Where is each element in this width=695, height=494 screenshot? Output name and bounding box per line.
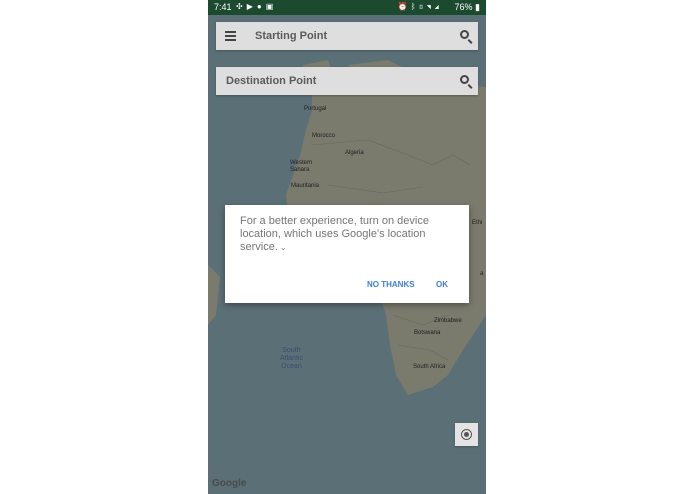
my-location-button[interactable] bbox=[455, 423, 478, 446]
search-icon[interactable] bbox=[460, 75, 469, 84]
bluetooth-icon: ᛒ bbox=[410, 2, 419, 11]
search-icon[interactable] bbox=[460, 30, 469, 39]
phone-screen: 7:41 ✣▶●▣ ⏰ᛒ▯◥◢ 76% ▮ Portugal Morocco A… bbox=[208, 0, 486, 494]
chevron-down-icon[interactable]: ⌄ bbox=[280, 241, 287, 254]
battery-icon: ▮ bbox=[475, 2, 480, 12]
dialog-message-text: For a better experience, turn on device … bbox=[240, 215, 429, 253]
signal-icon: ◢ bbox=[434, 2, 442, 11]
starting-point-label: Starting Point bbox=[255, 30, 328, 42]
location-permission-dialog: For a better experience, turn on device … bbox=[225, 205, 469, 303]
status-bar: 7:41 ✣▶●▣ ⏰ᛒ▯◥◢ 76% ▮ bbox=[208, 0, 486, 15]
slack-icon: ✣ bbox=[236, 2, 247, 11]
destination-point-search[interactable]: Destination Point bbox=[216, 67, 478, 95]
alarm-icon: ⏰ bbox=[397, 2, 411, 11]
starting-point-search[interactable]: Starting Point bbox=[216, 22, 478, 50]
battery-percent: 76% bbox=[454, 2, 473, 12]
messenger-icon: ● bbox=[256, 2, 266, 11]
dialog-message: For a better experience, turn on device … bbox=[240, 215, 460, 254]
youtube-icon: ▶ bbox=[246, 2, 257, 11]
no-thanks-button[interactable]: NO THANKS bbox=[367, 280, 415, 289]
battery-indicator: 76% ▮ bbox=[455, 2, 480, 13]
ok-button[interactable]: OK bbox=[436, 280, 448, 289]
notification-icons: ✣▶●▣ bbox=[236, 2, 277, 11]
menu-icon[interactable] bbox=[225, 31, 236, 41]
status-time: 7:41 bbox=[214, 2, 232, 12]
image-icon: ▣ bbox=[265, 2, 278, 11]
destination-point-label: Destination Point bbox=[226, 75, 317, 87]
system-icons: ⏰ᛒ▯◥◢ bbox=[398, 2, 442, 11]
google-logo: Google bbox=[212, 478, 247, 489]
